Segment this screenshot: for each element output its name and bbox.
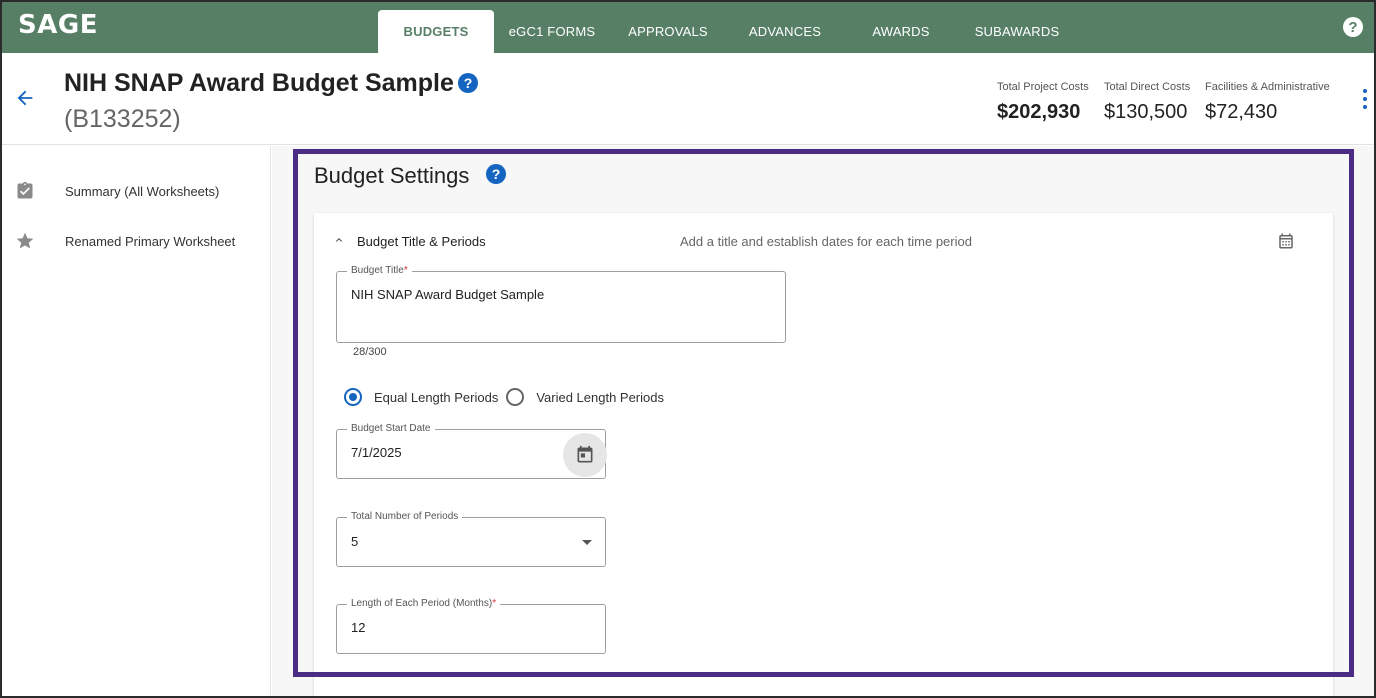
radio-label[interactable]: Equal Length Periods bbox=[374, 390, 498, 405]
calendar-icon[interactable] bbox=[1277, 232, 1295, 250]
total-periods-select[interactable]: Total Number of Periods 5 bbox=[336, 511, 606, 567]
clipboard-check-icon bbox=[14, 180, 36, 202]
more-options-icon[interactable] bbox=[1362, 89, 1368, 109]
worksheet-sidebar: Summary (All Worksheets) Renamed Primary… bbox=[0, 146, 271, 698]
calendar-icon bbox=[577, 445, 593, 463]
field-label: Budget Title* bbox=[347, 265, 412, 276]
field-value: 12 bbox=[351, 620, 366, 635]
stat-value: $72,430 bbox=[1205, 101, 1278, 123]
sidebar-item-summary[interactable]: Summary (All Worksheets) bbox=[14, 179, 219, 203]
top-nav-bar: SAGE BUDGETS eGC1 FORMS APPROVALS ADVANC… bbox=[0, 0, 1376, 53]
help-icon[interactable]: ? bbox=[1343, 17, 1363, 37]
stat-facilities-administrative: Facilities & Administrative $72,430 bbox=[1205, 81, 1330, 124]
sidebar-item-label: Summary (All Worksheets) bbox=[65, 183, 220, 199]
tab-subawards[interactable]: SUBAWARDS bbox=[966, 10, 1068, 53]
section-title: Budget Settings bbox=[314, 163, 470, 188]
stat-label: Total Project Costs bbox=[997, 81, 1089, 93]
field-label: Budget Start Date bbox=[347, 423, 435, 434]
stat-value: $130,500 bbox=[1104, 101, 1188, 123]
radio-label[interactable]: Varied Length Periods bbox=[536, 390, 664, 405]
star-icon bbox=[14, 230, 36, 252]
sidebar-item-primary-worksheet[interactable]: Renamed Primary Worksheet bbox=[14, 229, 235, 253]
budget-header: NIH SNAP Award Budget Sample ? (B133252)… bbox=[0, 53, 1376, 145]
sidebar-item-label: Renamed Primary Worksheet bbox=[65, 233, 236, 249]
tab-approvals[interactable]: APPROVALS bbox=[620, 10, 716, 53]
budget-id: (B133252) bbox=[64, 105, 181, 133]
date-picker-button[interactable] bbox=[563, 433, 607, 477]
field-value: NIH SNAP Award Budget Sample bbox=[351, 287, 545, 302]
stat-total-direct-costs: Total Direct Costs $130,500 bbox=[1104, 81, 1190, 124]
budget-title-field[interactable]: Budget Title* NIH SNAP Award Budget Samp… bbox=[336, 265, 786, 343]
card-title[interactable]: Budget Title & Periods bbox=[357, 234, 486, 249]
stat-label: Facilities & Administrative bbox=[1205, 81, 1330, 93]
field-value: 5 bbox=[351, 534, 359, 549]
period-type-radio-group: Equal Length Periods Varied Length Perio… bbox=[344, 388, 664, 406]
app-logo[interactable]: SAGE bbox=[18, 10, 98, 40]
back-arrow-icon[interactable] bbox=[14, 87, 36, 109]
radio-equal-length[interactable] bbox=[344, 388, 362, 406]
tab-advances[interactable]: ADVANCES bbox=[738, 10, 832, 53]
field-label: Total Number of Periods bbox=[347, 511, 463, 522]
radio-varied-length[interactable] bbox=[506, 388, 525, 406]
card-subtitle: Add a title and establish dates for each… bbox=[680, 234, 972, 249]
tab-budgets[interactable]: BUDGETS bbox=[378, 10, 494, 53]
title-help-icon[interactable]: ? bbox=[458, 73, 478, 93]
period-length-field[interactable]: Length of Each Period (Months)* 12 bbox=[336, 598, 606, 654]
chevron-up-icon[interactable] bbox=[333, 234, 345, 246]
page-title: NIH SNAP Award Budget Sample bbox=[64, 69, 454, 97]
chevron-down-icon[interactable] bbox=[582, 540, 592, 545]
character-counter: 28/300 bbox=[353, 346, 387, 358]
tab-egc1-forms[interactable]: eGC1 FORMS bbox=[502, 10, 602, 53]
stat-label: Total Direct Costs bbox=[1104, 81, 1191, 93]
tab-awards[interactable]: AWARDS bbox=[860, 10, 942, 53]
stat-value: $202,930 bbox=[997, 101, 1081, 123]
section-help-icon[interactable]: ? bbox=[486, 164, 506, 184]
field-value: 7/1/2025 bbox=[351, 445, 402, 460]
field-label: Length of Each Period (Months)* bbox=[347, 598, 501, 609]
stat-total-project-costs: Total Project Costs $202,930 bbox=[997, 81, 1089, 124]
